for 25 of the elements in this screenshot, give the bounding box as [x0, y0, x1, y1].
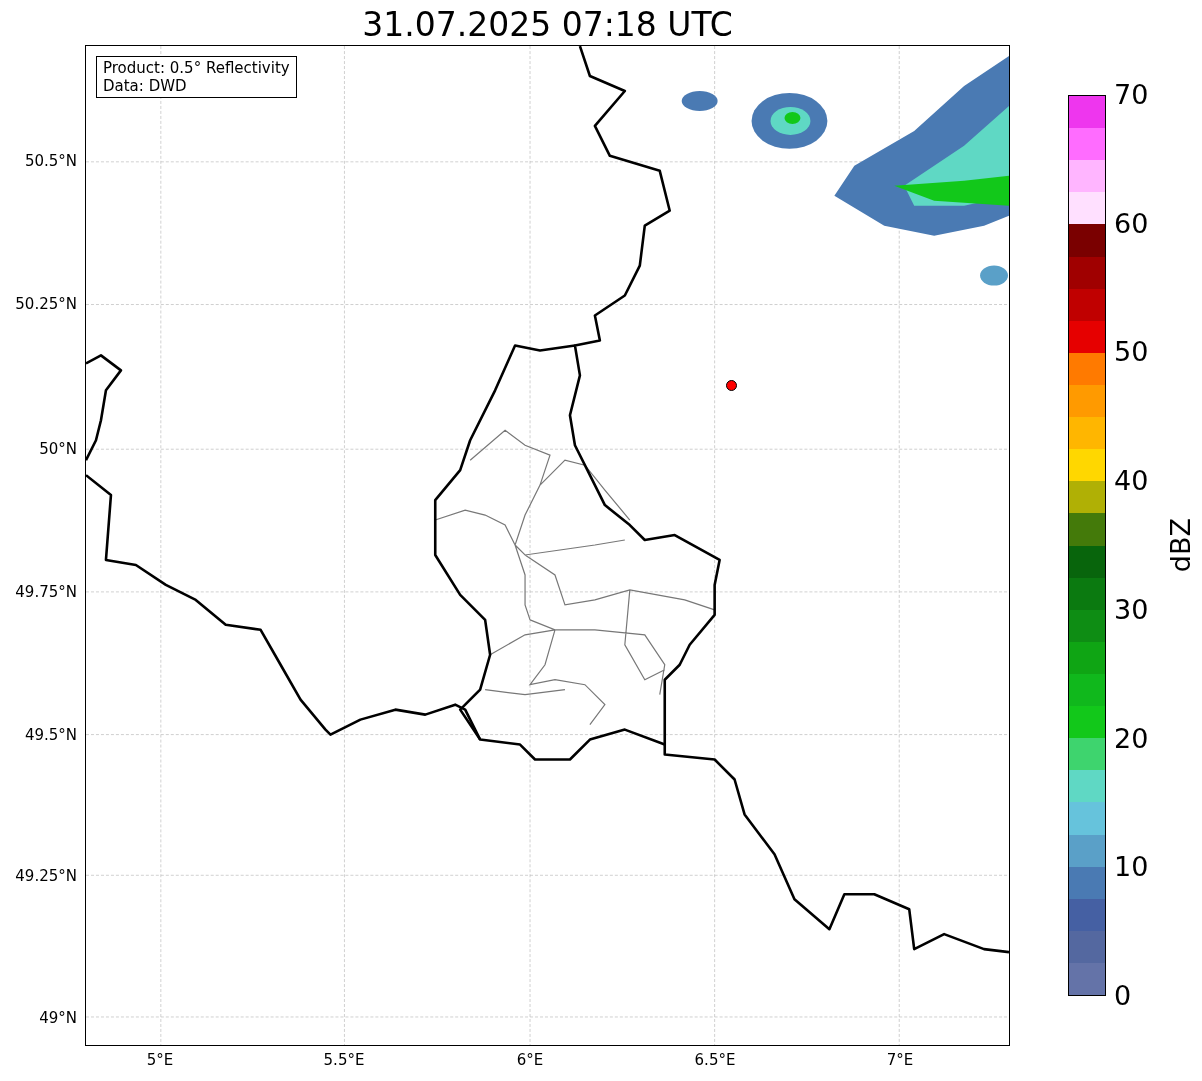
radar-station-marker	[726, 380, 737, 391]
colorbar-tick-label: 30	[1114, 594, 1149, 625]
colorbar-tick-label: 40	[1114, 466, 1149, 497]
longitude-label: 7°E	[886, 1051, 914, 1069]
longitude-label: 6.5°E	[694, 1051, 736, 1069]
latitude-label: 50.5°N	[24, 152, 77, 170]
longitude-label: 6°E	[516, 1051, 544, 1069]
latitude-label: 49°N	[39, 1009, 77, 1027]
latitude-label: 50.25°N	[15, 295, 77, 313]
latitude-label: 49.5°N	[24, 726, 77, 744]
latitude-label: 50°N	[39, 440, 77, 458]
info-text: Data: DWD	[103, 77, 188, 95]
colorbar-tick-label: 20	[1114, 723, 1149, 754]
info-text: Product: 0.5° Reflectivity	[103, 59, 290, 77]
colorbar-tick-label: 70	[1114, 80, 1149, 110]
colorbar-tick-label: 60	[1114, 208, 1149, 239]
latitude-label: 49.25°N	[15, 867, 77, 885]
colorbar-tick-label: 10	[1114, 852, 1149, 883]
longitude-label: 5.5°E	[323, 1051, 365, 1069]
latitude-label: 49.75°N	[15, 583, 77, 601]
colorbar-label: dBZ	[1166, 518, 1196, 573]
colorbar-tick-label: 50	[1114, 337, 1149, 368]
longitude-label: 5°E	[146, 1051, 174, 1069]
colorbar-tick-label: 0	[1114, 981, 1132, 1011]
chart-title: 31.07.2025 07:18 UTC	[362, 5, 733, 45]
